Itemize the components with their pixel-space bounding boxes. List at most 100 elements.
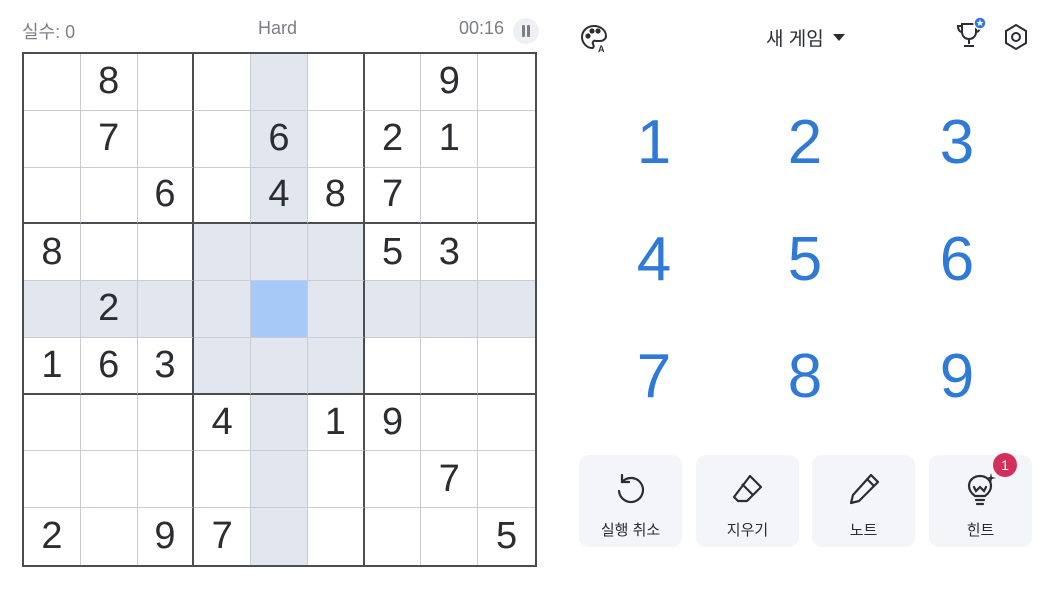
grid-cell[interactable] — [24, 54, 81, 111]
grid-cell[interactable]: 2 — [24, 508, 81, 565]
grid-cell[interactable] — [364, 337, 422, 395]
grid-cell[interactable] — [80, 224, 138, 282]
grid-cell[interactable] — [478, 224, 535, 282]
new-game-button[interactable]: 새 게임 — [766, 24, 846, 51]
grid-cell[interactable]: 1 — [307, 394, 365, 452]
erase-button[interactable]: 지우기 — [696, 455, 799, 547]
grid-cell[interactable]: 2 — [80, 281, 138, 338]
grid-cell[interactable] — [194, 451, 252, 509]
settings-icon[interactable] — [1001, 22, 1031, 52]
grid-cell[interactable]: 9 — [138, 508, 195, 565]
grid-cell[interactable] — [308, 508, 365, 565]
grid-cell[interactable] — [194, 54, 252, 111]
grid-cell[interactable]: 4 — [251, 167, 308, 225]
grid-cell[interactable] — [194, 224, 252, 282]
numpad-button[interactable]: 2 — [765, 102, 845, 182]
trophy-icon[interactable] — [953, 16, 989, 52]
grid-cell[interactable] — [137, 110, 195, 168]
numpad-button[interactable]: 1 — [614, 102, 694, 182]
numpad-button[interactable]: 8 — [765, 336, 845, 416]
pause-button[interactable] — [513, 18, 539, 44]
grid-cell[interactable] — [251, 394, 308, 452]
undo-button[interactable]: 실행 취소 — [579, 455, 682, 547]
grid-cell[interactable] — [478, 281, 535, 338]
grid-cell[interactable] — [307, 110, 365, 168]
grid-cell[interactable]: 4 — [194, 394, 252, 452]
grid-cell[interactable]: 3 — [137, 337, 195, 395]
grid-cell[interactable] — [80, 167, 138, 225]
grid-cell[interactable] — [478, 338, 535, 395]
grid-cell[interactable]: 6 — [80, 337, 138, 395]
grid-cell[interactable] — [24, 281, 81, 338]
grid-cell[interactable]: 7 — [80, 110, 138, 168]
grid-cell[interactable] — [251, 337, 308, 395]
notes-button[interactable]: 노트 — [812, 455, 915, 547]
grid-cell[interactable] — [24, 394, 81, 452]
grid-cell[interactable] — [421, 337, 479, 395]
grid-cell[interactable] — [194, 337, 252, 395]
grid-cell[interactable] — [137, 54, 195, 111]
grid-cell[interactable] — [365, 508, 422, 565]
grid-cell[interactable] — [421, 508, 479, 565]
grid-cell[interactable] — [80, 394, 138, 452]
numpad-button[interactable]: 5 — [765, 219, 845, 299]
grid-cell[interactable] — [307, 281, 365, 338]
grid-cell[interactable]: 8 — [307, 167, 365, 225]
grid-cell[interactable] — [137, 224, 195, 282]
grid-cell[interactable]: 1 — [24, 337, 81, 395]
grid-cell[interactable]: 9 — [364, 394, 422, 452]
grid-cell[interactable]: 8 — [80, 54, 138, 111]
grid-cell[interactable] — [307, 337, 365, 395]
grid-cell[interactable] — [24, 451, 81, 509]
grid-cell[interactable]: 6 — [251, 110, 308, 168]
grid-cell[interactable] — [80, 451, 138, 509]
grid-cell[interactable] — [478, 54, 535, 111]
palette-icon[interactable]: A — [578, 22, 610, 54]
grid-cell[interactable] — [364, 451, 422, 509]
grid-cell[interactable]: 5 — [478, 508, 535, 565]
hint-button[interactable]: 1 힌트 — [929, 453, 1032, 547]
grid-cell[interactable] — [24, 110, 81, 168]
grid-cell[interactable]: 2 — [364, 110, 422, 168]
grid-cell[interactable] — [137, 281, 195, 338]
grid-cell[interactable]: 9 — [421, 54, 479, 111]
grid-cell[interactable]: 7 — [194, 508, 252, 565]
grid-cell[interactable] — [307, 54, 365, 111]
numpad-button[interactable]: 9 — [917, 336, 997, 416]
grid-cell[interactable] — [251, 54, 308, 111]
numpad-button[interactable]: 3 — [917, 102, 997, 182]
grid-cell[interactable] — [478, 451, 535, 509]
erase-label: 지우기 — [726, 522, 769, 539]
grid-cell[interactable] — [194, 167, 252, 225]
grid-cell[interactable] — [421, 394, 479, 452]
grid-cell[interactable] — [81, 508, 138, 565]
grid-cell[interactable] — [137, 394, 195, 452]
grid-cell[interactable] — [251, 281, 308, 338]
grid-cell[interactable]: 1 — [421, 110, 479, 168]
grid-cell[interactable] — [307, 451, 365, 509]
grid-cell[interactable] — [421, 281, 479, 338]
grid-cell[interactable] — [421, 167, 479, 225]
grid-cell[interactable] — [364, 281, 422, 338]
grid-cell[interactable] — [137, 451, 195, 509]
numpad-button[interactable]: 7 — [614, 336, 694, 416]
grid-cell[interactable] — [478, 395, 535, 452]
grid-cell[interactable] — [251, 224, 308, 282]
grid-cell[interactable] — [24, 167, 81, 225]
grid-cell[interactable] — [251, 508, 308, 565]
grid-cell[interactable]: 7 — [421, 451, 479, 509]
grid-cell[interactable] — [194, 281, 252, 338]
grid-cell[interactable] — [478, 168, 535, 225]
grid-cell[interactable] — [364, 54, 422, 111]
grid-cell[interactable]: 5 — [364, 224, 422, 282]
numpad-button[interactable]: 6 — [917, 219, 997, 299]
grid-cell[interactable] — [307, 224, 365, 282]
grid-cell[interactable]: 8 — [24, 224, 81, 282]
grid-cell[interactable] — [251, 451, 308, 509]
grid-cell[interactable]: 3 — [421, 224, 479, 282]
grid-cell[interactable] — [194, 110, 252, 168]
numpad-button[interactable]: 4 — [614, 219, 694, 299]
grid-cell[interactable]: 6 — [137, 167, 195, 225]
grid-cell[interactable] — [478, 111, 535, 168]
grid-cell[interactable]: 7 — [364, 167, 422, 225]
